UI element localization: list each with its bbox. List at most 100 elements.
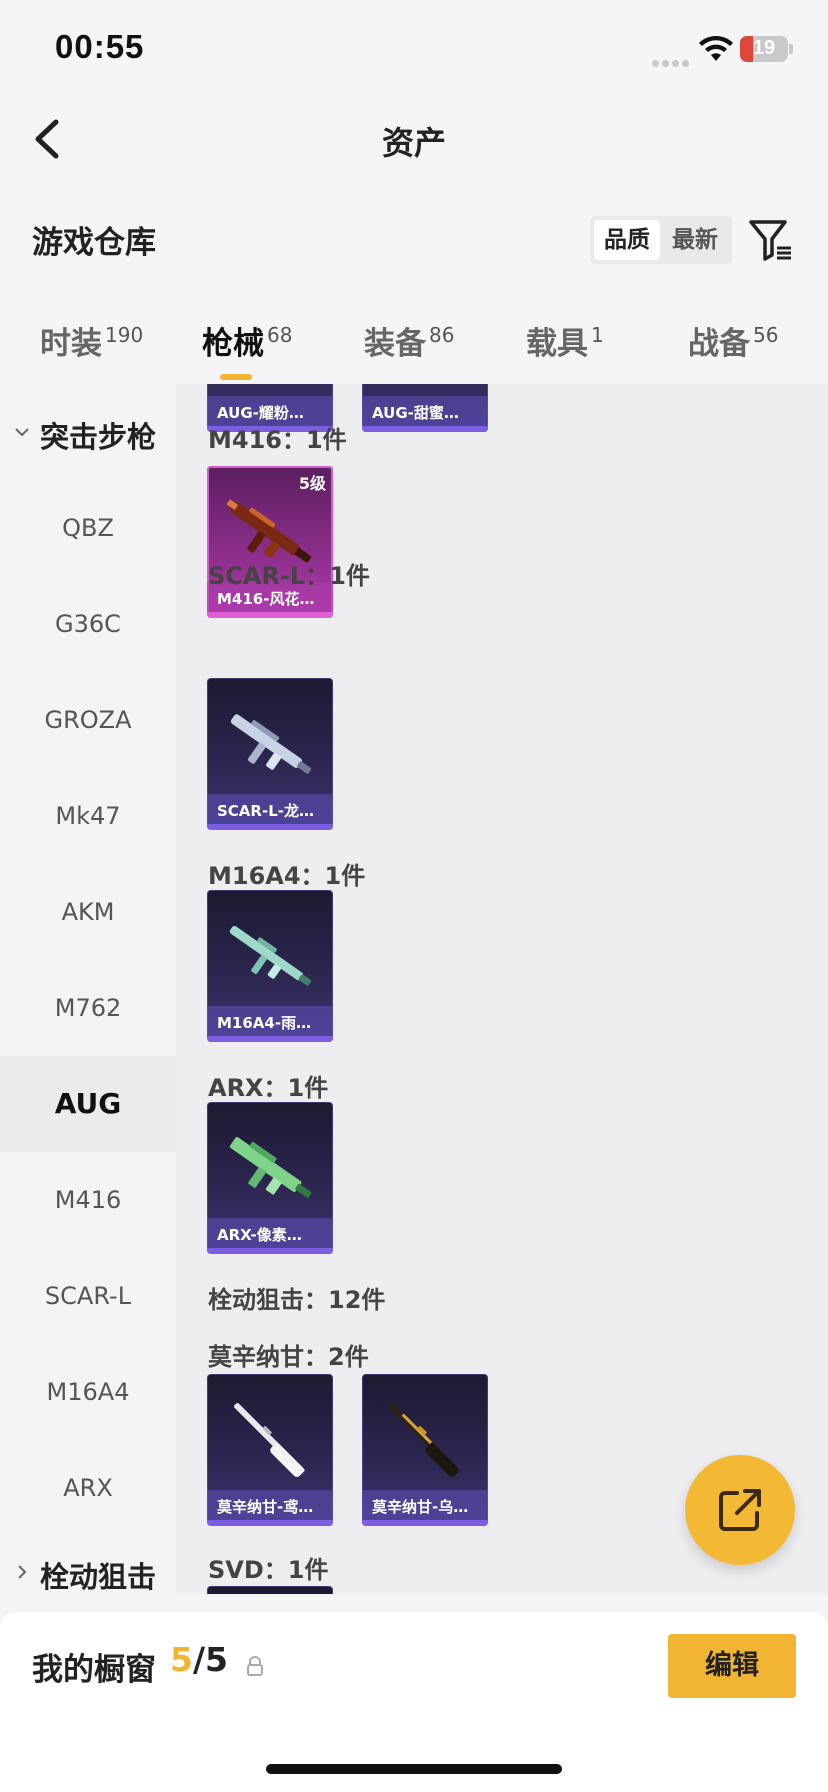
sidebar-item-m762[interactable]: M762 xyxy=(0,960,176,1056)
sidebar-item-groza[interactable]: GROZA xyxy=(0,672,176,768)
battery-icon: 19 xyxy=(740,36,788,62)
warehouse-label: 游戏仓库 xyxy=(32,225,156,261)
sort-quality-button[interactable]: 品质 xyxy=(594,220,660,260)
quality-bar xyxy=(207,824,333,830)
tab-label: 装备 xyxy=(364,326,426,362)
share-icon xyxy=(719,1489,761,1531)
nav-bar: 资产 xyxy=(0,100,828,180)
filter-icon[interactable] xyxy=(748,217,794,263)
group-title: ARX：1件 xyxy=(208,1074,329,1102)
group-title: SVD：1件 xyxy=(208,1556,329,1584)
rifle-skin-image xyxy=(230,714,312,774)
sidebar-item-mk47[interactable]: Mk47 xyxy=(0,768,176,864)
tab-count: 1 xyxy=(591,323,604,347)
tab-count: 68 xyxy=(267,323,293,347)
item-name: M416-风花… xyxy=(217,590,315,608)
quality-bar xyxy=(362,426,488,432)
quality-bar xyxy=(207,1248,333,1254)
tab-equipment[interactable]: 装备 86 xyxy=(364,318,454,368)
tab-firearms[interactable]: 枪械 68 xyxy=(202,318,293,380)
tab-count: 56 xyxy=(753,323,779,347)
item-name: AUG-甜蜜… xyxy=(372,404,459,422)
sidebar-group-bolt-action[interactable]: 栓动狙击 xyxy=(0,1544,176,1594)
tab-count: 86 xyxy=(429,323,455,347)
tab-label: 枪械 xyxy=(202,326,264,362)
tab-count: 190 xyxy=(105,323,144,347)
item-card[interactable] xyxy=(207,1586,333,1594)
sidebar-item-arx[interactable]: ARX xyxy=(0,1440,176,1536)
item-name-strip: AUG-甜蜜… xyxy=(362,396,488,426)
item-card[interactable]: 5级 M416-风花… xyxy=(207,466,333,618)
sidebar-item-aug[interactable]: AUG xyxy=(0,1056,176,1152)
showcase-label: 我的橱窗 xyxy=(32,1652,156,1688)
item-card[interactable]: AUG-甜蜜… xyxy=(362,384,488,432)
sidebar-group-assault-rifles[interactable]: 突击步枪 xyxy=(0,404,176,464)
sidebar-group-label: 突击步枪 xyxy=(40,420,157,454)
item-name-strip: 莫辛纳甘-乌… xyxy=(362,1490,488,1520)
item-name-strip: ARX-像素… xyxy=(207,1218,333,1248)
item-grid: AUG-耀粉… AUG-甜蜜… M416：1件 5级 M416-风花… SCAR… xyxy=(176,384,828,1594)
item-name-strip: 莫辛纳甘-鸢… xyxy=(207,1490,333,1520)
group-title: M16A4：1件 xyxy=(208,862,366,890)
tab-label: 战备 xyxy=(688,326,750,362)
item-name: 莫辛纳甘-乌… xyxy=(372,1498,469,1516)
rifle-skin-image xyxy=(229,1137,312,1198)
item-name: SCAR-L-龙… xyxy=(217,802,314,820)
item-card[interactable]: SCAR-L-龙… xyxy=(207,678,333,830)
tab-vehicles[interactable]: 载具 1 xyxy=(526,318,604,368)
quality-bar xyxy=(362,1520,488,1526)
sidebar-item-akm[interactable]: AKM xyxy=(0,864,176,960)
sidebar-group-label: 栓动狙击 xyxy=(40,1560,157,1594)
showcase-total: /5 xyxy=(192,1640,228,1679)
group-title: 莫辛纳甘：2件 xyxy=(208,1343,369,1371)
battery-cap xyxy=(789,44,793,54)
group-title: SCAR-L：1件 xyxy=(208,562,370,590)
item-name: M16A4-雨… xyxy=(217,1014,312,1032)
group-title: M416：1件 xyxy=(208,426,347,454)
item-card[interactable]: 莫辛纳甘-乌… xyxy=(362,1374,488,1526)
tab-supplies[interactable]: 战备 56 xyxy=(688,318,778,368)
sidebar-item-scar-l[interactable]: SCAR-L xyxy=(0,1248,176,1344)
quality-bar xyxy=(207,1036,333,1042)
tab-label: 载具 xyxy=(526,326,588,362)
chevron-down-icon xyxy=(15,428,29,437)
quality-bar xyxy=(207,612,333,618)
rifle-skin-image xyxy=(389,1403,460,1477)
status-time: 00:55 xyxy=(55,28,145,65)
rifle-skin-image xyxy=(234,1403,305,1477)
rifle-skin-image xyxy=(229,925,312,986)
sidebar-item-qbz[interactable]: QBZ xyxy=(0,480,176,576)
edit-button[interactable]: 编辑 xyxy=(668,1634,796,1698)
share-button[interactable] xyxy=(685,1455,795,1565)
tab-active-indicator xyxy=(220,374,252,380)
wifi-icon xyxy=(699,35,733,61)
category-tabs: 时装 190 枪械 68 装备 86 载具 1 战备 56 xyxy=(0,306,828,384)
chevron-right-icon xyxy=(18,1565,27,1579)
item-card[interactable]: 莫辛纳甘-鸢… xyxy=(207,1374,333,1526)
sidebar-item-m16a4[interactable]: M16A4 xyxy=(0,1344,176,1440)
sort-toggle: 品质 最新 xyxy=(590,216,732,264)
group-title: 栓动狙击：12件 xyxy=(208,1286,386,1314)
item-name-strip: SCAR-L-龙… xyxy=(207,794,333,824)
quality-bar xyxy=(207,1520,333,1526)
sort-newest-button[interactable]: 最新 xyxy=(662,220,728,260)
item-name: 莫辛纳甘-鸢… xyxy=(217,1498,314,1516)
lock-icon xyxy=(247,1656,263,1676)
battery-level: 19 xyxy=(752,37,776,59)
showcase-count: 5/5 xyxy=(170,1640,228,1679)
item-name-strip: M16A4-雨… xyxy=(207,1006,333,1036)
showcase-used: 5 xyxy=(170,1640,193,1679)
item-card[interactable]: M16A4-雨… xyxy=(207,890,333,1042)
home-indicator xyxy=(266,1764,562,1774)
status-bar: 00:55 19 xyxy=(0,0,828,100)
item-card[interactable]: ARX-像素… xyxy=(207,1102,333,1254)
sidebar-item-m416[interactable]: M416 xyxy=(0,1152,176,1248)
tab-fashion[interactable]: 时装 190 xyxy=(40,318,143,368)
weapon-type-sidebar: 突击步枪 QBZ G36C GROZA Mk47 AKM M762 AUG M4… xyxy=(0,384,176,1594)
page-title: 资产 xyxy=(381,124,446,162)
warehouse-header: 游戏仓库 品质 最新 xyxy=(0,205,828,275)
item-name: ARX-像素… xyxy=(217,1226,302,1244)
sidebar-item-g36c[interactable]: G36C xyxy=(0,576,176,672)
tab-label: 时装 xyxy=(40,326,102,362)
signal-icon xyxy=(652,52,692,71)
